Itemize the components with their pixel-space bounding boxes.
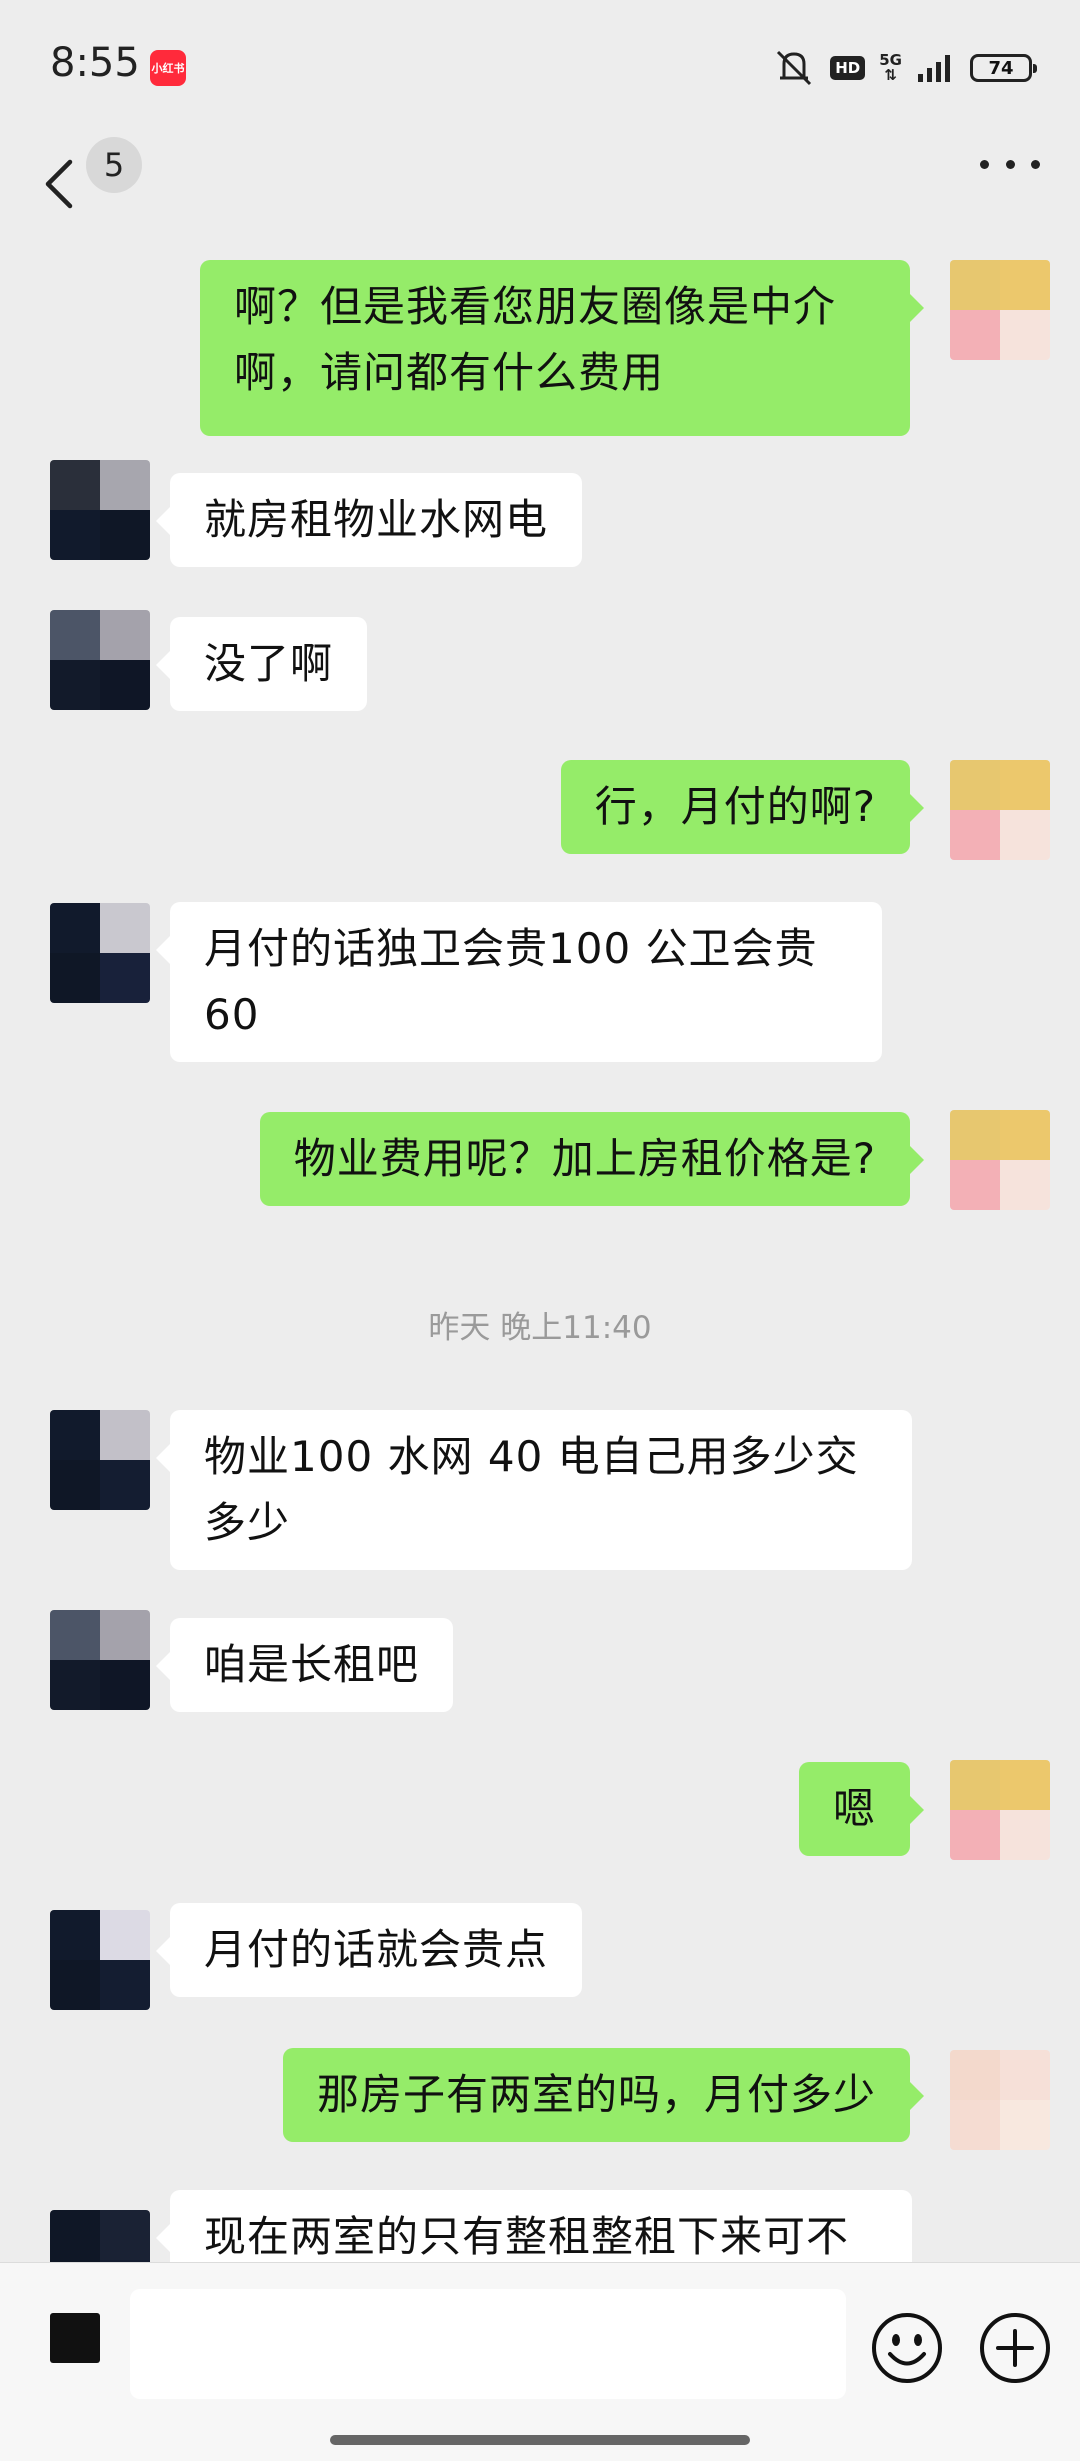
- contact-avatar[interactable]: [50, 460, 150, 560]
- contact-avatar[interactable]: [50, 1410, 150, 1510]
- status-time: 8:55: [50, 40, 140, 86]
- chat-header: [0, 130, 1080, 230]
- message-list[interactable]: 啊？但是我看您朋友圈像是中介啊，请问都有什么费用 就房租物业水网电 没了啊 行，…: [0, 230, 1080, 2262]
- contact-avatar[interactable]: [50, 2210, 150, 2262]
- plus-icon[interactable]: [978, 2311, 1052, 2385]
- unread-count-badge[interactable]: 5: [86, 137, 142, 193]
- message-bubble-outgoing[interactable]: 物业费用呢？加上房租价格是?: [259, 1112, 925, 1206]
- more-dots-icon: [980, 159, 989, 169]
- battery-level: 74: [988, 57, 1014, 79]
- data-arrows-icon: ⇅: [884, 66, 897, 84]
- my-avatar[interactable]: [950, 260, 1050, 360]
- contact-avatar[interactable]: [50, 1610, 150, 1710]
- my-avatar[interactable]: [950, 2050, 1050, 2150]
- message-bubble-outgoing[interactable]: 那房子有两室的吗，月付多少: [282, 2048, 925, 2142]
- back-button[interactable]: [38, 156, 86, 212]
- message-bubble-outgoing[interactable]: 啊？但是我看您朋友圈像是中介啊，请问都有什么费用: [200, 260, 924, 436]
- message-bubble-incoming[interactable]: 月付的话就会贵点: [155, 1903, 583, 1997]
- voice-button[interactable]: [50, 2313, 100, 2363]
- message-input[interactable]: [130, 2289, 846, 2399]
- message-bubble-incoming[interactable]: 咱是长租吧: [155, 1618, 454, 1712]
- back-arrow-icon: [45, 159, 73, 209]
- status-icons: HD 5G ⇅ 74: [772, 46, 1037, 90]
- contact-avatar[interactable]: [50, 610, 150, 710]
- input-bar: [0, 2262, 1080, 2461]
- hd-icon: HD: [830, 56, 866, 80]
- status-bar: 8:55 小红书 HD 5G ⇅ 74: [0, 0, 1080, 130]
- message-bubble-incoming[interactable]: 就房租物业水网电: [155, 473, 583, 567]
- battery-icon: 74: [970, 54, 1037, 82]
- more-options-button[interactable]: [980, 136, 1040, 192]
- my-avatar[interactable]: [950, 1110, 1050, 1210]
- my-avatar[interactable]: [950, 760, 1050, 860]
- message-bubble-incoming[interactable]: 月付的话独卫会贵100 公卫会贵60: [156, 902, 882, 1062]
- contact-avatar[interactable]: [50, 1910, 150, 2010]
- network-type: 5G ⇅: [879, 53, 902, 83]
- my-avatar[interactable]: [950, 1760, 1050, 1860]
- signal-icon: [918, 55, 950, 82]
- emoji-icon[interactable]: [870, 2311, 944, 2385]
- message-bubble-outgoing[interactable]: 嗯: [798, 1762, 925, 1856]
- message-bubble-incoming[interactable]: 物业100 水网 40 电自己用多少交多少: [156, 1410, 912, 1570]
- app-notification-badge: 小红书: [150, 50, 186, 86]
- message-bubble-incoming[interactable]: 没了啊: [155, 617, 368, 711]
- message-timestamp: 昨天 晚上11:40: [428, 1310, 652, 1346]
- mute-icon: [777, 50, 812, 86]
- contact-avatar[interactable]: [50, 903, 150, 1003]
- message-bubble-incoming[interactable]: 现在两室的只有整租整租下来可不: [156, 2190, 912, 2262]
- home-indicator[interactable]: [330, 2435, 750, 2445]
- message-bubble-outgoing[interactable]: 行，月付的啊?: [560, 760, 925, 854]
